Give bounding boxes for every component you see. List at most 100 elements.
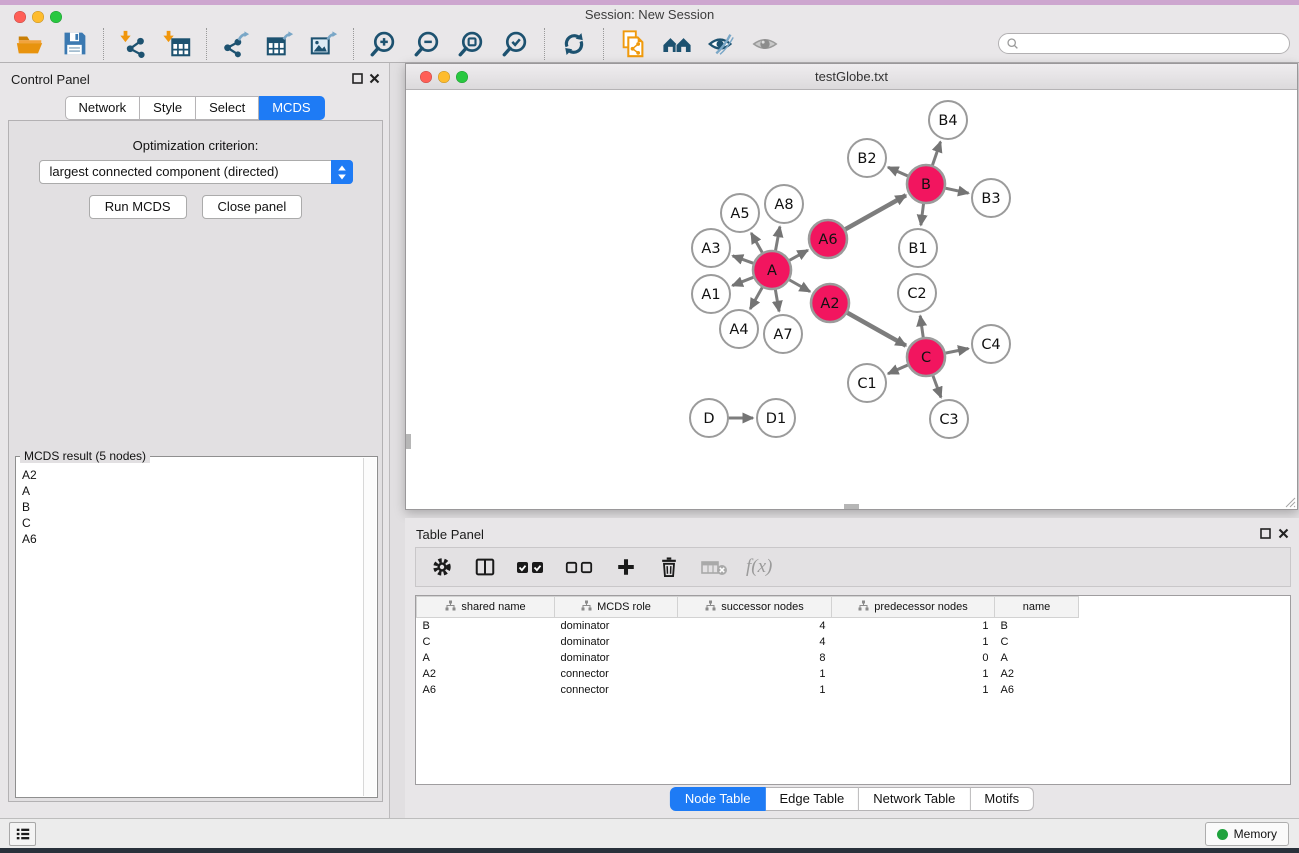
delete-table-button[interactable] <box>699 553 729 581</box>
tab-network-table[interactable]: Network Table <box>859 787 970 811</box>
result-scrollbar[interactable] <box>363 458 376 796</box>
optimization-criterion-select[interactable]: largest connected component (directed) <box>39 160 353 184</box>
table-cell[interactable]: 4 <box>678 634 832 650</box>
tab-network[interactable]: Network <box>64 96 140 120</box>
table-cell[interactable]: 1 <box>832 634 995 650</box>
split-view-button[interactable] <box>472 553 498 581</box>
eye-slash-icon <box>706 29 736 59</box>
column-type-icon <box>581 600 592 611</box>
column-header-name[interactable]: name <box>995 597 1079 618</box>
horizontal-scroll-indicator[interactable] <box>844 504 859 509</box>
tab-node-table[interactable]: Node Table <box>670 787 766 811</box>
import-network-button[interactable] <box>114 27 152 61</box>
mcds-result-item[interactable]: A <box>18 483 361 499</box>
vertical-scroll-indicator[interactable] <box>406 434 411 449</box>
function-builder-button[interactable]: f(x) <box>746 556 772 578</box>
zoom-fit-button[interactable] <box>452 27 490 61</box>
tab-style[interactable]: Style <box>140 96 196 120</box>
table-cell[interactable]: connector <box>555 666 678 682</box>
table-cell[interactable]: A2 <box>995 666 1079 682</box>
close-panel-button[interactable]: Close panel <box>202 195 303 219</box>
table-cell[interactable]: dominator <box>555 650 678 666</box>
mcds-result-item[interactable]: A2 <box>18 467 361 483</box>
table-cell[interactable]: C <box>417 634 555 650</box>
export-network-button[interactable] <box>217 27 255 61</box>
deselect-all-columns-button[interactable] <box>564 553 596 581</box>
import-table-button[interactable] <box>158 27 196 61</box>
float-panel-icon[interactable] <box>1260 528 1271 539</box>
zoom-in-button[interactable] <box>364 27 402 61</box>
zoom-selected-button[interactable] <box>496 27 534 61</box>
table-row: Bdominator41B <box>417 618 1291 634</box>
graph-node-label: C2 <box>907 286 926 302</box>
tab-motifs[interactable]: Motifs <box>970 787 1034 811</box>
refresh-icon <box>560 30 588 58</box>
add-column-button[interactable] <box>613 553 639 581</box>
table-cell[interactable]: C <box>995 634 1079 650</box>
open-session-button[interactable] <box>11 27 49 61</box>
content-area: Control Panel Network Style Select MCDS … <box>0 63 1299 818</box>
tab-select[interactable]: Select <box>196 96 259 120</box>
close-panel-icon[interactable] <box>1278 528 1289 539</box>
select-all-columns-button[interactable] <box>515 553 547 581</box>
table-cell[interactable]: 1 <box>832 618 995 634</box>
column-header-predecessor-nodes[interactable]: predecessor nodes <box>832 597 995 618</box>
table-cell[interactable]: A2 <box>417 666 555 682</box>
tab-mcds[interactable]: MCDS <box>259 96 324 120</box>
first-neighbors-button[interactable] <box>658 27 696 61</box>
table-cell[interactable]: 0 <box>832 650 995 666</box>
select-stepper-icon <box>331 160 353 184</box>
table-cell[interactable]: A <box>995 650 1079 666</box>
table-cell[interactable]: 4 <box>678 618 832 634</box>
unchecked-boxes-icon <box>565 558 595 576</box>
float-panel-icon[interactable] <box>352 73 363 84</box>
table-cell[interactable]: A6 <box>995 682 1079 698</box>
table-cell[interactable]: connector <box>555 682 678 698</box>
table-cell[interactable]: 1 <box>832 682 995 698</box>
table-cell[interactable]: A6 <box>417 682 555 698</box>
search-input[interactable] <box>1019 35 1289 52</box>
table-cell[interactable]: B <box>417 618 555 634</box>
clone-network-button[interactable] <box>614 27 652 61</box>
table-cell[interactable]: 1 <box>832 666 995 682</box>
resize-grip-icon[interactable] <box>1283 495 1296 508</box>
mcds-tab-content: Optimization criterion: largest connecte… <box>8 120 383 802</box>
network-canvas[interactable]: AA1A3A5A8A4A7A6A2BB1B2B3B4CC1C2C3C4DD1 <box>406 90 1297 509</box>
hide-selected-button[interactable] <box>702 27 740 61</box>
mcds-result-item[interactable]: A6 <box>18 531 361 547</box>
toolbar-separator <box>206 28 207 60</box>
table-cell[interactable]: B <box>995 618 1079 634</box>
table-browser-tabs: Node Table Edge Table Network Table Moti… <box>670 787 1034 811</box>
memory-button[interactable]: Memory <box>1205 822 1289 846</box>
zoom-out-button[interactable] <box>408 27 446 61</box>
table-cell[interactable]: dominator <box>555 634 678 650</box>
apply-layout-button[interactable] <box>555 27 593 61</box>
toolbar-separator <box>103 28 104 60</box>
mcds-result-item[interactable]: C <box>18 515 361 531</box>
table-row: A6connector11A6 <box>417 682 1291 698</box>
graph-node-label: A6 <box>818 232 837 248</box>
table-cell[interactable]: dominator <box>555 618 678 634</box>
export-table-button[interactable] <box>261 27 299 61</box>
desktop-background-bottom <box>0 848 1299 853</box>
show-all-button[interactable] <box>746 27 784 61</box>
close-panel-icon[interactable] <box>369 73 380 84</box>
table-panel-title: Table Panel <box>416 527 484 542</box>
memory-status-icon <box>1217 829 1228 840</box>
save-session-button[interactable] <box>55 27 93 61</box>
table-cell[interactable]: A <box>417 650 555 666</box>
table-cell[interactable]: 1 <box>678 682 832 698</box>
table-settings-button[interactable] <box>429 553 455 581</box>
graph-node-label: A2 <box>820 296 839 312</box>
delete-column-button[interactable] <box>656 553 682 581</box>
column-header-shared-name[interactable]: shared name <box>417 597 555 618</box>
panel-menu-button[interactable] <box>9 822 36 846</box>
column-header-mcds-role[interactable]: MCDS role <box>555 597 678 618</box>
mcds-result-item[interactable]: B <box>18 499 361 515</box>
table-cell[interactable]: 1 <box>678 666 832 682</box>
column-header-successor-nodes[interactable]: successor nodes <box>678 597 832 618</box>
tab-edge-table[interactable]: Edge Table <box>765 787 859 811</box>
export-image-button[interactable] <box>305 27 343 61</box>
run-mcds-button[interactable]: Run MCDS <box>89 195 187 219</box>
table-cell[interactable]: 8 <box>678 650 832 666</box>
